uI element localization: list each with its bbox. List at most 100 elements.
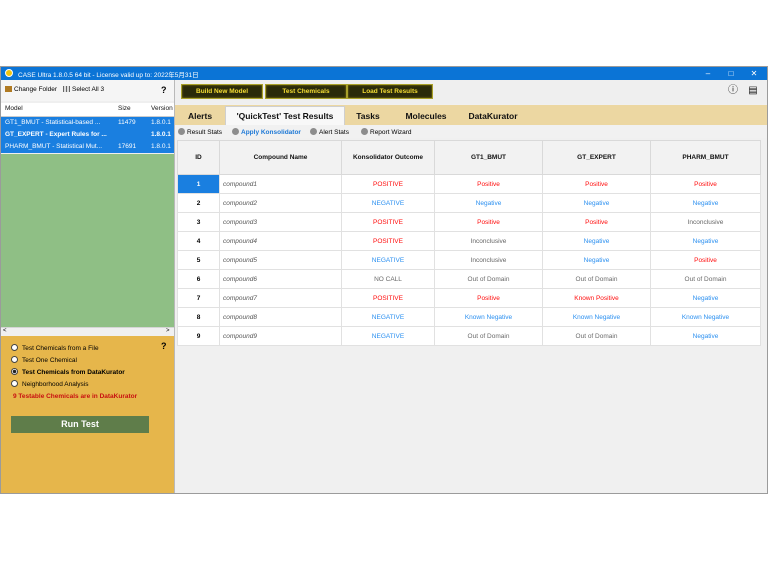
compound-name[interactable]: compound5 <box>219 250 342 270</box>
model-row[interactable]: GT1_BMUT - Statistical-based ... 11479 1… <box>1 117 174 129</box>
compound-name[interactable]: compound3 <box>219 212 342 232</box>
version-column-header[interactable]: Version <box>151 105 173 112</box>
scroll-right-arrow-icon[interactable]: > <box>166 328 170 334</box>
table-row[interactable]: 5 compound5 NEGATIVE Inconclusive Negative Po… <box>177 250 761 270</box>
load-test-results-button[interactable]: Load Test Results <box>347 84 433 99</box>
pharm-bmut-result[interactable]: Negative <box>650 326 761 346</box>
gt-expert-result[interactable]: Known Positive <box>542 288 651 308</box>
manual-book-icon[interactable]: ▤ <box>747 85 759 97</box>
table-row[interactable]: 3 compound3 POSITIVE Positive Positive Inconc… <box>177 212 761 232</box>
model-row[interactable]: GT_EXPERT - Expert Rules for ... 1.8.0.1 <box>1 129 174 141</box>
tab-tasks[interactable]: Tasks <box>345 108 391 125</box>
gt1-bmut-column-header[interactable]: GT1_BMUT <box>434 140 543 175</box>
gt-expert-result[interactable]: Negative <box>542 231 651 251</box>
close-button[interactable]: ✕ <box>743 67 765 80</box>
pharm-bmut-result[interactable]: Positive <box>650 250 761 270</box>
options-help-button[interactable]: ? <box>161 341 167 351</box>
table-row[interactable]: 1 compound1 POSITIVE Positive Positive Positi… <box>177 174 761 194</box>
table-row[interactable]: 7 compound7 POSITIVE Positive Known Positive… <box>177 288 761 308</box>
gt1-bmut-result[interactable]: Inconclusive <box>434 250 543 270</box>
gt-expert-result[interactable]: Negative <box>542 250 651 270</box>
gt-expert-result[interactable]: Out of Domain <box>542 269 651 289</box>
tab-alerts[interactable]: Alerts <box>177 108 223 125</box>
gt1-bmut-result[interactable]: Inconclusive <box>434 231 543 251</box>
gt1-bmut-result[interactable]: Positive <box>434 288 543 308</box>
radio-test-from-datakurator[interactable]: Test Chemicals from DataKurator <box>11 368 125 376</box>
radio-test-from-file[interactable]: Test Chemicals from a File <box>11 344 99 352</box>
scroll-left-arrow-icon[interactable]: < <box>3 328 7 334</box>
table-row[interactable]: 9 compound9 NEGATIVE Out of Domain Out of Do… <box>177 326 761 346</box>
konsolidator-outcome[interactable]: NEGATIVE <box>341 250 435 270</box>
tab-datakurator[interactable]: DataKurator <box>461 108 525 125</box>
konsolidator-outcome[interactable]: NEGATIVE <box>341 326 435 346</box>
compound-name[interactable]: compound7 <box>219 288 342 308</box>
subtab-report-wizard[interactable]: Report Wizard <box>361 128 412 136</box>
gt1-bmut-result[interactable]: Out of Domain <box>434 326 543 346</box>
konsolidator-outcome-column-header[interactable]: Konsolidator Outcome <box>341 140 435 175</box>
table-row[interactable]: 6 compound6 NO CALL Out of Domain Out of Dom… <box>177 269 761 289</box>
compound-name[interactable]: compound6 <box>219 269 342 289</box>
row-id[interactable]: 8 <box>177 307 220 327</box>
radio-test-one-chemical[interactable]: Test One Chemical <box>11 356 77 364</box>
subtab-apply-konsolidator[interactable]: Apply Konsolidator <box>232 128 301 136</box>
pharm-bmut-result[interactable]: Negative <box>650 231 761 251</box>
row-id[interactable]: 3 <box>177 212 220 232</box>
row-id[interactable]: 9 <box>177 326 220 346</box>
gt1-bmut-result[interactable]: Out of Domain <box>434 269 543 289</box>
row-id[interactable]: 7 <box>177 288 220 308</box>
gt-expert-column-header[interactable]: GT_EXPERT <box>542 140 651 175</box>
maximize-button[interactable]: □ <box>720 67 742 80</box>
row-id[interactable]: 1 <box>177 174 220 194</box>
subtab-alert-stats[interactable]: Alert Stats <box>310 128 349 136</box>
id-column-header[interactable]: ID <box>177 140 220 175</box>
konsolidator-outcome[interactable]: POSITIVE <box>341 231 435 251</box>
gt1-bmut-result[interactable]: Positive <box>434 212 543 232</box>
pharm-bmut-result[interactable]: Negative <box>650 288 761 308</box>
radio-neighborhood-analysis[interactable]: Neighborhood Analysis <box>11 380 89 388</box>
compound-name[interactable]: compound4 <box>219 231 342 251</box>
minimize-button[interactable]: – <box>697 67 719 80</box>
gt1-bmut-result[interactable]: Positive <box>434 174 543 194</box>
pharm-bmut-result[interactable]: Out of Domain <box>650 269 761 289</box>
table-row[interactable]: 2 compound2 NEGATIVE Negative Negative Negati… <box>177 193 761 213</box>
konsolidator-outcome[interactable]: NEGATIVE <box>341 193 435 213</box>
model-column-header[interactable]: Model <box>5 105 23 112</box>
compound-name-column-header[interactable]: Compound Name <box>219 140 342 175</box>
select-all-button[interactable]: Select All 3 <box>63 86 104 93</box>
gt-expert-result[interactable]: Positive <box>542 174 651 194</box>
horizontal-scrollbar[interactable]: < > <box>1 327 174 336</box>
row-id[interactable]: 6 <box>177 269 220 289</box>
gt1-bmut-result[interactable]: Known Negative <box>434 307 543 327</box>
gt1-bmut-result[interactable]: Negative <box>434 193 543 213</box>
gt-expert-result[interactable]: Known Negative <box>542 307 651 327</box>
test-chemicals-button[interactable]: Test Chemicals <box>265 84 347 99</box>
pharm-bmut-result[interactable]: Inconclusive <box>650 212 761 232</box>
pharm-bmut-result[interactable]: Positive <box>650 174 761 194</box>
tab-quicktest-results[interactable]: 'QuickTest' Test Results <box>225 106 345 126</box>
konsolidator-outcome[interactable]: NO CALL <box>341 269 435 289</box>
run-test-button[interactable]: Run Test <box>11 416 149 433</box>
pharm-bmut-column-header[interactable]: PHARM_BMUT <box>650 140 761 175</box>
subtab-result-stats[interactable]: Result Stats <box>178 128 222 136</box>
gt-expert-result[interactable]: Out of Domain <box>542 326 651 346</box>
konsolidator-outcome[interactable]: POSITIVE <box>341 174 435 194</box>
compound-name[interactable]: compound8 <box>219 307 342 327</box>
tab-molecules[interactable]: Molecules <box>393 108 459 125</box>
help-button[interactable]: ? <box>161 85 167 95</box>
row-id[interactable]: 2 <box>177 193 220 213</box>
change-folder-button[interactable]: Change Folder <box>5 86 57 93</box>
compound-name[interactable]: compound9 <box>219 326 342 346</box>
pharm-bmut-result[interactable]: Negative <box>650 193 761 213</box>
compound-name[interactable]: compound2 <box>219 193 342 213</box>
info-icon[interactable]: ⓘ <box>727 85 739 97</box>
table-row[interactable]: 8 compound8 NEGATIVE Known Negative Known Ne… <box>177 307 761 327</box>
model-row[interactable]: PHARM_BMUT - Statistical Mut... 17691 1.… <box>1 141 174 153</box>
row-id[interactable]: 4 <box>177 231 220 251</box>
gt-expert-result[interactable]: Negative <box>542 193 651 213</box>
gt-expert-result[interactable]: Positive <box>542 212 651 232</box>
build-new-model-button[interactable]: Build New Model <box>181 84 263 99</box>
konsolidator-outcome[interactable]: NEGATIVE <box>341 307 435 327</box>
pharm-bmut-result[interactable]: Known Negative <box>650 307 761 327</box>
compound-name[interactable]: compound1 <box>219 174 342 194</box>
konsolidator-outcome[interactable]: POSITIVE <box>341 212 435 232</box>
